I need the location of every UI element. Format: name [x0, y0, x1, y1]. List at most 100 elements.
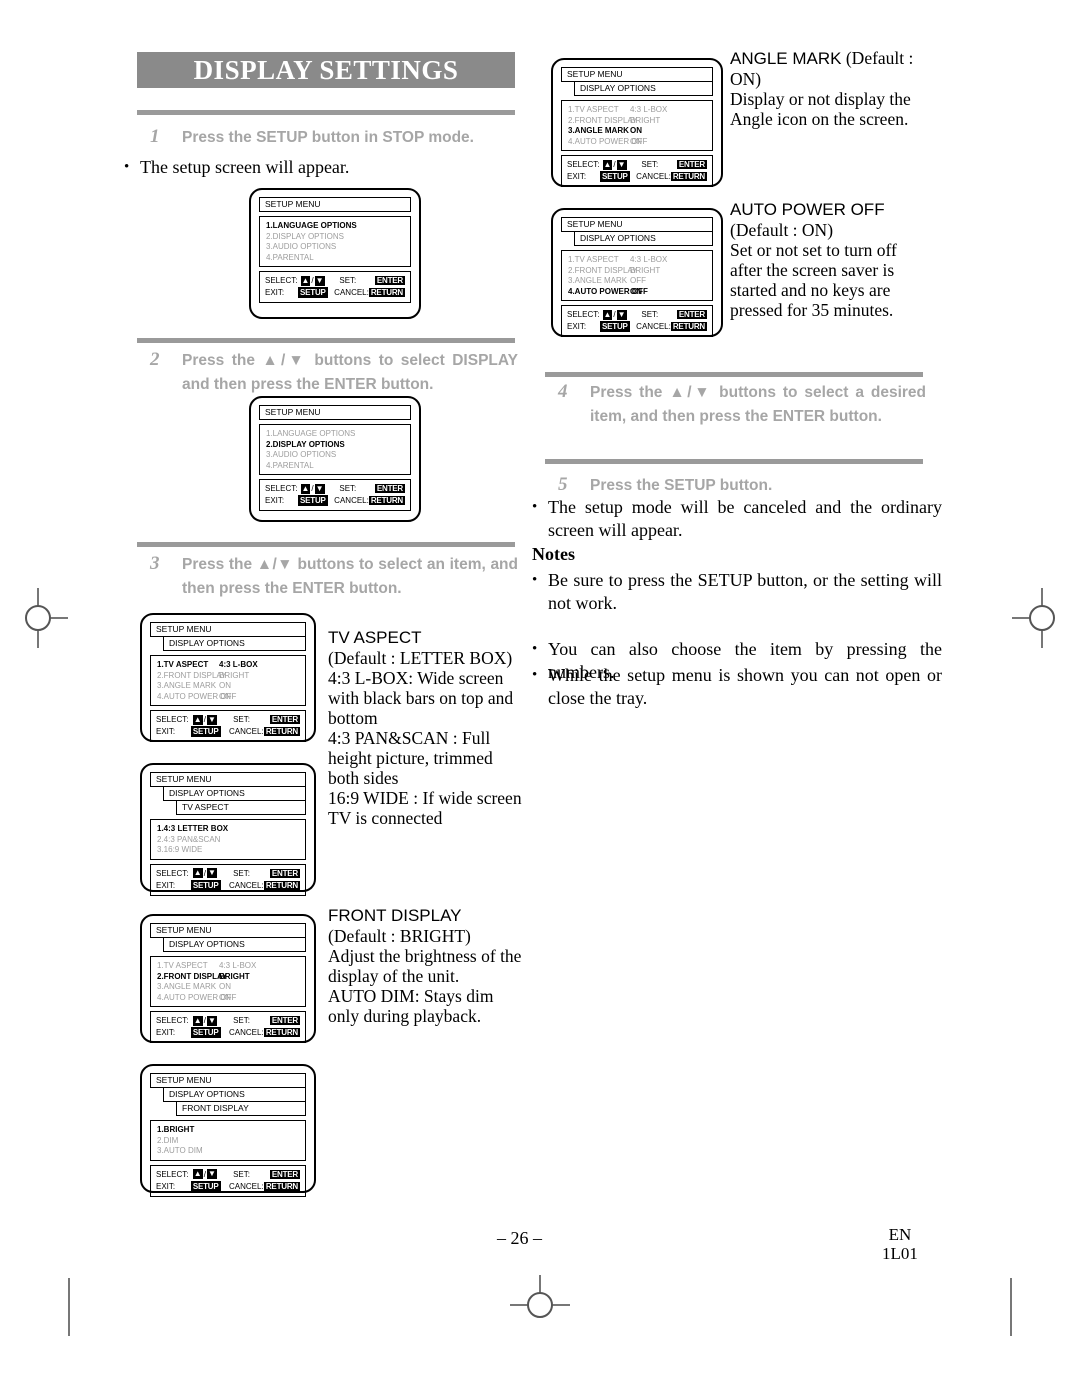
osd-set-label: SET: [233, 868, 250, 878]
osd-exit-label: EXIT: [265, 496, 285, 505]
osd-exit-label: EXIT: [567, 322, 587, 331]
osd-item[interactable]: 2.4:3 PAN&SCAN [157, 835, 299, 846]
osd-item[interactable]: 1.TV ASPECT 4:3 L-BOX [157, 961, 299, 972]
osd-return-key: RETURN [263, 880, 300, 890]
osd-enter-key: ENTER [676, 310, 707, 319]
osd-item[interactable]: 2.DISPLAY OPTIONS [266, 232, 404, 243]
osd-key-guide: SELECT: ▲ / ▼ SET: ENTER EXIT: SETUP CANCEL: RETU… [259, 271, 411, 303]
osd-item-list: 1.4:3 LETTER BOX 2.4:3 PAN&SCAN 3.16:9 WID… [150, 819, 306, 860]
osd-key-guide: SELECT: ▲ / ▼ SET: ENTER EXIT: SETUP CANCEL: RETU… [150, 1164, 306, 1197]
osd-title-2: DISPLAY OPTIONS [163, 636, 306, 651]
osd-item[interactable]: 1.TV ASPECT 4:3 L-BOX [568, 255, 706, 266]
osd-item[interactable]: 2.FRONT DISPLAY BRIGHT [157, 671, 299, 682]
osd-item-list: 1.TV ASPECT 4:3 L-BOX 2.FRONT DISPLAY BRIGH… [150, 956, 306, 1007]
up-arrow-icon: ▲ [192, 1169, 203, 1179]
osd-item-label: 4.PARENTAL [266, 252, 314, 262]
registration-mark-bottom [510, 1275, 570, 1335]
osd-item[interactable]: 4.PARENTAL [266, 461, 404, 472]
step-rule-4 [545, 372, 923, 377]
registration-mark-left [8, 588, 68, 648]
osd-item[interactable]: 2.DISPLAY OPTIONS [266, 440, 404, 451]
osd-item-value: ON [219, 681, 231, 690]
osd-title-1: SETUP MENU [150, 622, 306, 637]
osd-item[interactable]: 1.4:3 LETTER BOX [157, 824, 299, 835]
osd-item[interactable]: 4.AUTO POWER OFF ON [157, 692, 299, 703]
osd-return-key: RETURN [263, 1028, 300, 1037]
osd-exit-label: EXIT: [567, 172, 587, 181]
osd-select-keys: ▲ / ▼ [602, 309, 642, 320]
osd-display-options-auto-power-off: SETUP MENU DISPLAY OPTIONS 1.TV ASPECT 4:3 … [551, 208, 723, 337]
osd-title-1: SETUP MENU [259, 405, 411, 420]
osd-key-guide: SELECT: ▲ / ▼ SET: ENTER EXIT: SETUP CANCEL: RETU… [561, 305, 713, 337]
osd-item[interactable]: 1.LANGUAGE OPTIONS [266, 221, 404, 232]
osd-item-label: 2.FRONT DISPLAY [157, 971, 228, 981]
osd-cancel-label: CANCEL: [334, 288, 369, 297]
osd-key-guide: SELECT: ▲ / ▼ SET: ENTER EXIT: SETUP CANCEL: RETU… [561, 155, 713, 187]
osd-item[interactable]: 3.ANGLE MARK ON [157, 982, 299, 993]
osd-select-label: SELECT: [156, 1169, 189, 1179]
osd-item-value: BRIGHT [219, 670, 250, 680]
osd-item[interactable]: 2.FRONT DISPLAY BRIGHT [568, 266, 706, 277]
osd-select-label: SELECT: [567, 310, 600, 319]
osd-select-label: SELECT: [567, 160, 600, 169]
description-auto-power-off-body: (Default : ON) Set or not set to turn off… [730, 220, 897, 320]
osd-item[interactable]: 3.ANGLE MARK ON [568, 126, 706, 137]
osd-item-label: 4.AUTO POWER OFF [568, 136, 648, 146]
osd-title-2: DISPLAY OPTIONS [163, 1087, 306, 1102]
osd-select-label: SELECT: [156, 1016, 189, 1025]
osd-item[interactable]: 4.AUTO POWER OFF ON [568, 287, 706, 298]
osd-set-label: SET: [339, 484, 357, 493]
osd-item[interactable]: 3.AUTO DIM [157, 1146, 299, 1157]
osd-item-value: 4:3 L-BOX [219, 660, 258, 669]
osd-return-key: RETURN [263, 1181, 300, 1191]
osd-item-value: ON [219, 691, 231, 701]
osd-select-keys: ▲ / ▼ [192, 868, 233, 879]
osd-item[interactable]: 2.FRONT DISPLAY BRIGHT [568, 116, 706, 127]
osd-item[interactable]: 3.AUDIO OPTIONS [266, 242, 404, 253]
up-arrow-icon: ▲ [192, 714, 203, 725]
osd-item-label: 4.PARENTAL [266, 460, 314, 470]
osd-item-label: 1.TV ASPECT [568, 255, 619, 264]
osd-exit-label: EXIT: [156, 1028, 176, 1037]
osd-item[interactable]: 1.LANGUAGE OPTIONS [266, 429, 404, 440]
osd-item-label: 1.LANGUAGE OPTIONS [266, 221, 357, 230]
osd-enter-key: ENTER [269, 1169, 301, 1179]
osd-enter-key: ENTER [374, 276, 405, 285]
osd-item[interactable]: 4.AUTO POWER OFF ON [157, 993, 299, 1004]
osd-item[interactable]: 1.BRIGHT [157, 1125, 299, 1136]
osd-setup-display-selected: SETUP MENU 1.LANGUAGE OPTIONS 2.DISPLAY OP… [249, 396, 421, 522]
osd-item[interactable]: 1.TV ASPECT 4:3 L-BOX [568, 105, 706, 116]
step-5: 5 Press the SETUP button. [558, 474, 926, 498]
osd-item[interactable]: 2.FRONT DISPLAY BRIGHT [157, 972, 299, 983]
osd-item-label: 3.ANGLE MARK [157, 681, 217, 690]
osd-title-1: SETUP MENU [150, 772, 306, 787]
osd-set-label: SET: [233, 1169, 250, 1179]
note-item-0: Be sure to press the SETUP button, or th… [532, 569, 942, 615]
osd-item[interactable]: 3.ANGLE MARK ON [157, 681, 299, 692]
osd-item[interactable]: 3.ANGLE MARK OFF [568, 276, 706, 287]
osd-select-keys: ▲ / ▼ [192, 714, 233, 725]
osd-item[interactable]: 4.PARENTAL [266, 253, 404, 264]
osd-title-3: TV ASPECT [176, 800, 306, 815]
osd-setup-main: SETUP MENU 1.LANGUAGE OPTIONS 2.DISPLAY OP… [249, 188, 421, 319]
step-3-text: Press the ▲/▼ buttons to select an item,… [182, 556, 518, 597]
osd-item[interactable]: 3.AUDIO OPTIONS [266, 450, 404, 461]
osd-item[interactable]: 1.TV ASPECT 4:3 L-BOX [157, 660, 299, 671]
osd-front-display-submenu: SETUP MENU DISPLAY OPTIONS FRONT DISPLAY 1.… [140, 1064, 316, 1197]
osd-enter-key: ENTER [676, 160, 707, 169]
osd-display-options-tv-aspect: SETUP MENU DISPLAY OPTIONS 1.TV ASPECT 4:3 … [140, 613, 316, 742]
osd-item-label: 2.FRONT DISPLAY [157, 670, 227, 680]
osd-setup-key: SETUP [190, 1180, 221, 1192]
osd-item[interactable]: 2.DIM [157, 1136, 299, 1147]
up-arrow-icon: ▲ [300, 483, 311, 494]
osd-exit-label: EXIT: [156, 727, 176, 736]
step-1-number: 1 [150, 126, 160, 147]
osd-select-keys: ▲ / ▼ [300, 275, 340, 286]
osd-select-keys: ▲ / ▼ [300, 483, 340, 494]
osd-cancel-label: CANCEL: [229, 880, 264, 890]
osd-item[interactable]: 3.16:9 WIDE [157, 845, 299, 856]
paragraph-setup-canceled: The setup mode will be canceled and the … [532, 496, 942, 542]
description-tv-aspect-body: (Default : LETTER BOX) 4:3 L-BOX: Wide sc… [328, 648, 522, 828]
osd-item[interactable]: 4.AUTO POWER OFF ON [568, 137, 706, 148]
osd-return-key: RETURN [670, 322, 707, 331]
